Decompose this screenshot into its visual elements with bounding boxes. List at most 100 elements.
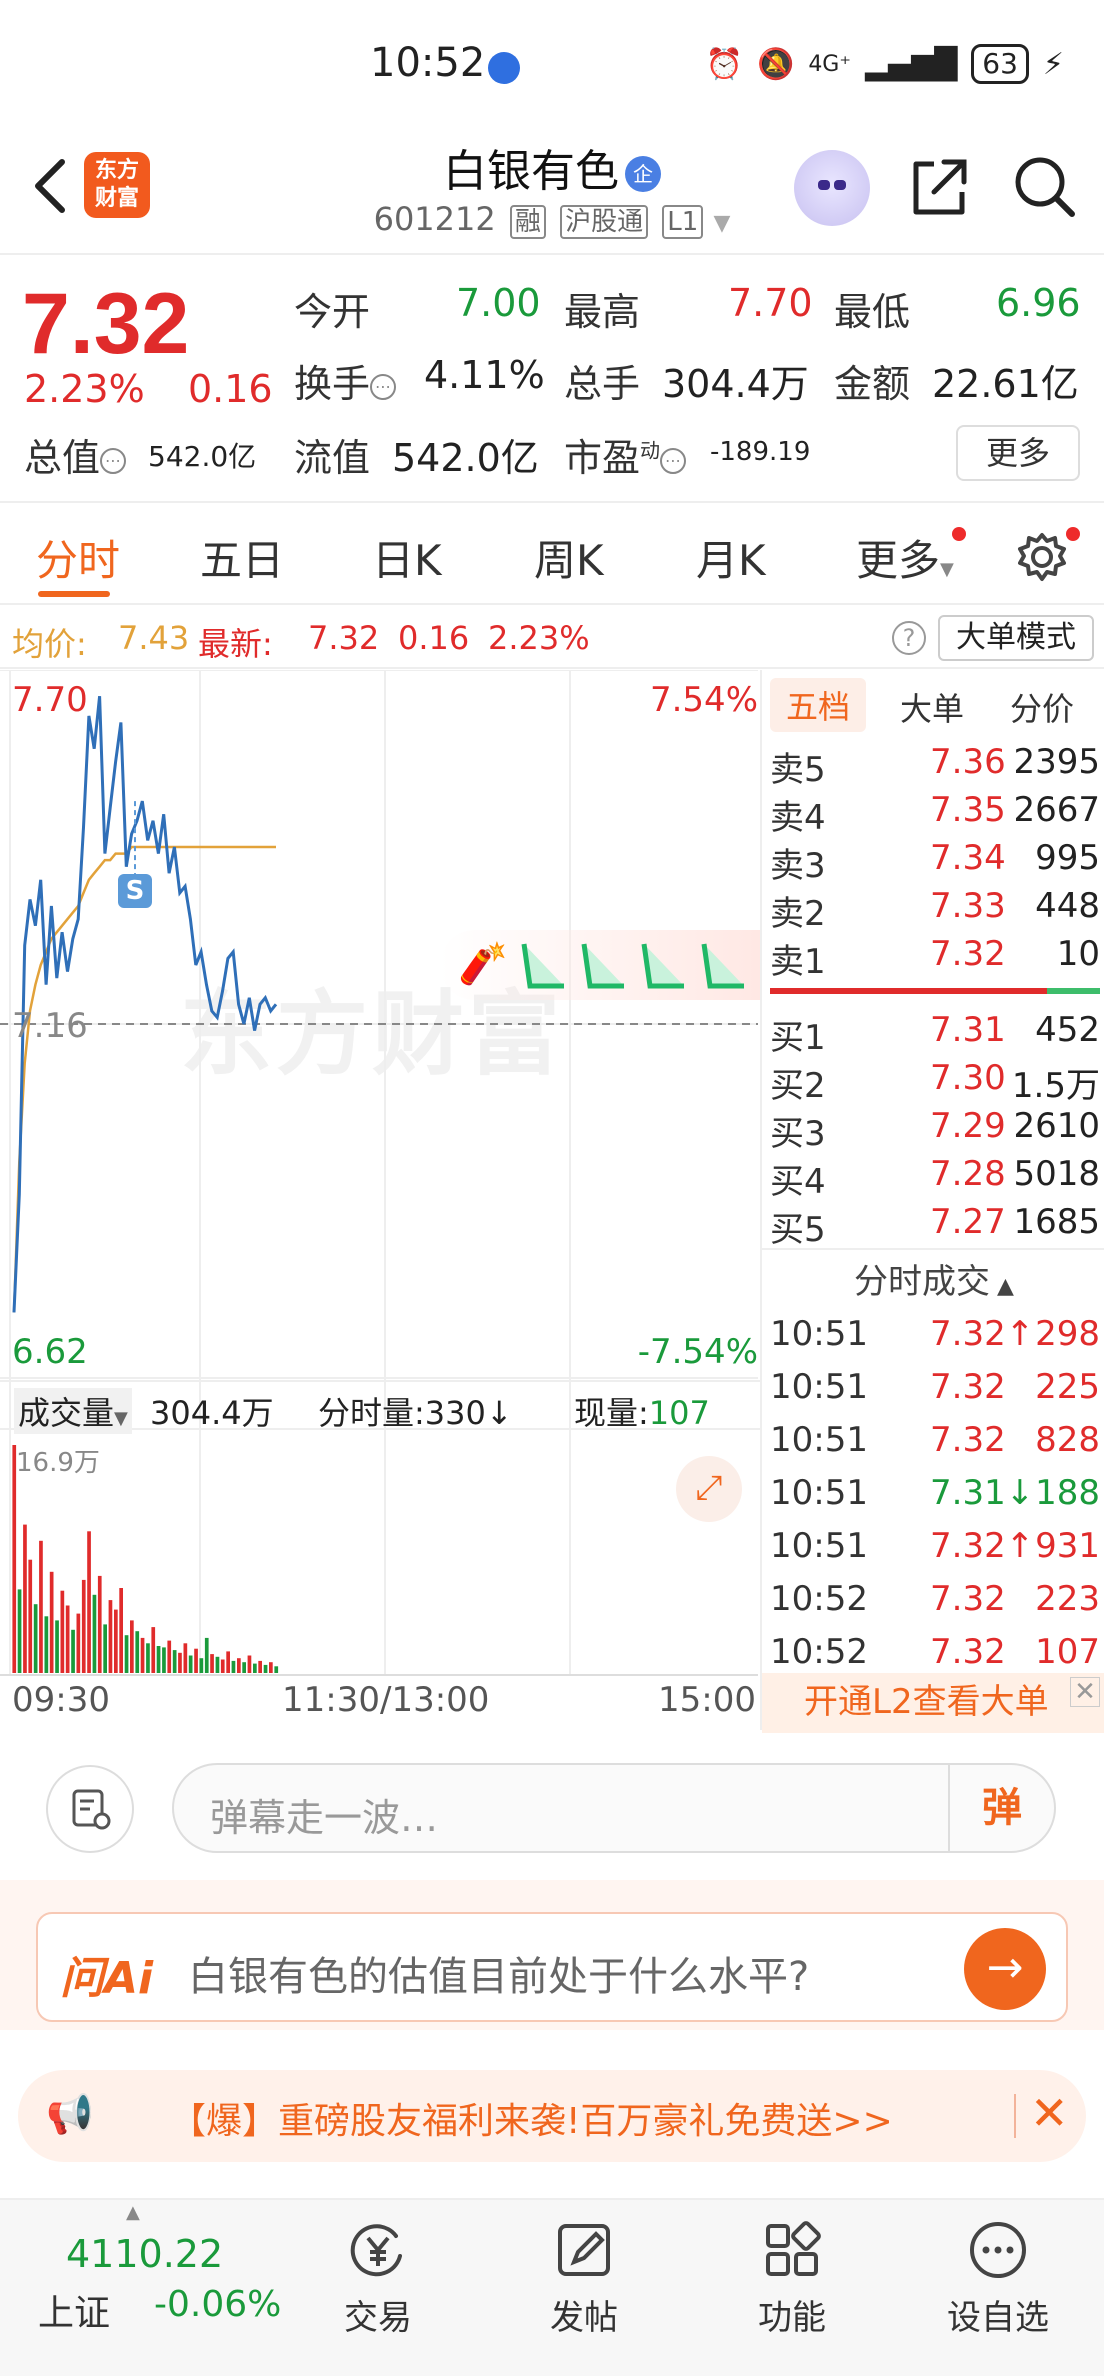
avg-label: 均价: [12,625,87,663]
bid-volume: 5018 [1013,1154,1100,1194]
more-circle-icon [970,2222,1026,2278]
share-icon[interactable] [904,152,974,222]
trade-row: 10:51 7.32↑ 931 [770,1526,1100,1578]
tab-big-order[interactable]: 大单 [900,684,964,730]
promo-text: 【爆】重磅股友福利来袭!百万豪礼免费送>> [170,2101,893,2142]
volume-bar [183,1643,188,1673]
bid-volume: 1.5万 [1011,1066,1100,1106]
nav-post[interactable]: 发帖 [514,2218,654,2339]
notification-dot [1066,527,1080,541]
volume-bar [39,1540,43,1673]
volume-bar [199,1658,204,1673]
more-quote-button[interactable]: 更多 [956,425,1080,481]
price-summary-bar: 均价: 7.43 最新: 7.32 0.16 2.23% ? 大单模式 [0,607,1104,669]
ask-level-label: 卖3 [770,846,826,886]
ask-volume: 2395 [1013,742,1100,782]
help-icon[interactable]: ? [892,621,926,655]
ask-price: 7.32 [930,934,1006,974]
settings-gear-icon[interactable] [1014,529,1070,585]
trade-volume: 107 [1035,1632,1100,1672]
tab-more[interactable]: 更多▼ [856,527,954,588]
avg-value: 7.43 [118,619,190,657]
volume-bar [242,1662,246,1673]
trade-time: 10:51 [770,1314,868,1354]
index-name[interactable]: 上证 [38,2284,110,2336]
volume-bar [146,1643,150,1673]
time-end: 15:00 [658,1680,756,1720]
float-label: 流值 [294,436,371,480]
volume-bar [119,1588,123,1673]
grid-icon [766,2221,821,2276]
ai-assistant-avatar[interactable] [794,150,870,226]
stock-code: 601212 [373,200,496,238]
ask-level-label: 卖1 [770,942,826,982]
close-icon[interactable]: ✕ [1070,1677,1100,1707]
trade-time: 10:51 [770,1420,868,1460]
trade-time: 10:52 [770,1579,868,1619]
tab-monthly-k[interactable]: 月K [696,527,766,588]
pe-label[interactable]: 市盈动 ⋯ [564,427,687,482]
volume-bar [81,1579,86,1673]
alarm-icon: ⏰ [705,46,743,82]
danmu-input[interactable]: 弹幕走一波… 弹 [172,1763,1056,1853]
y-max-price: 7.70 [12,680,88,720]
nav-functions[interactable]: 功能 [722,2218,862,2339]
l2-upgrade-banner[interactable]: 开通L2查看大单 ✕ [762,1673,1104,1733]
low-value: 6.96 [996,281,1081,325]
mktcap-label[interactable]: 总值 ⋯ [24,427,127,482]
trade-volume: 828 [1035,1420,1100,1460]
open-value: 7.00 [456,281,541,325]
trade-time: 10:51 [770,1526,868,1566]
robot-eye-icon [818,180,830,190]
volume-bar [92,1594,97,1673]
volume-bar [17,1589,22,1673]
close-icon[interactable]: ✕ [1030,2086,1069,2140]
volume-bar [167,1640,172,1673]
expand-icon[interactable]: ⤢ [676,1456,742,1522]
animation-banner[interactable]: 🧨 [440,930,760,1000]
tab-intraday[interactable]: 分时 [36,527,120,588]
trades-title[interactable]: 分时成交 ▲ [762,1254,1104,1303]
screen: 10:52 ⏰ 🔕 4G⁺ ▂▄▆█ 63 ⚡ 东方 财富 白银有色企 6012… [0,0,1104,2376]
big-order-mode-button[interactable]: 大单模式 [938,615,1094,661]
connect-tag: 沪股通 [560,205,649,239]
nav-trade[interactable]: 交易 [308,2218,448,2339]
trade-time: 10:51 [770,1367,868,1407]
tab-weekly-k[interactable]: 周K [534,527,604,588]
volume-bar [258,1660,262,1673]
volume-bar [44,1616,49,1673]
ask-level-label: 卖5 [770,750,826,790]
search-icon[interactable] [1010,152,1080,222]
divider [1014,2094,1016,2138]
promo-banner[interactable]: 📢 【爆】重磅股友福利来袭!百万豪礼免费送>> ✕ [18,2070,1086,2162]
trade-row: 10:52 7.32 223 [770,1579,1100,1631]
danmu-send-button[interactable]: 弹 [948,1765,1054,1851]
danmu-bar: 弹幕走一波… 弹 [0,1735,1104,1875]
arrow-right-icon[interactable]: → [964,1928,1046,2010]
bid-ask-ratio-bar [770,988,1100,994]
edit-icon [558,2224,610,2276]
index-value[interactable]: 4110.22 [66,2232,223,2276]
volume-bar [49,1571,54,1673]
tab-five-level[interactable]: 五档 [770,678,867,732]
current-volume: 现量:107 [574,1394,710,1432]
volume-indicator-selector[interactable]: 成交量▼ [14,1388,132,1434]
volume-bar [274,1666,279,1673]
tab-daily-k[interactable]: 日K [372,527,442,588]
status-bar: 10:52 ⏰ 🔕 4G⁺ ▂▄▆█ 63 ⚡ [0,0,1104,130]
tab-price-dist[interactable]: 分价 [1010,684,1074,730]
volume-bar [140,1637,145,1673]
sell-signal-marker[interactable]: S [118,874,152,908]
danmu-settings-icon[interactable] [46,1765,134,1853]
app-notification-icon [488,52,520,84]
trade-time: 10:51 [770,1473,868,1513]
ai-question-box[interactable]: 问Ai 白银有色的估值目前处于什么水平? → [36,1912,1068,2022]
time-start: 09:30 [12,1680,110,1720]
nav-watchlist[interactable]: 设自选 [928,2218,1068,2339]
volume-bar [28,1559,33,1673]
ask-price: 7.36 [930,742,1006,782]
tab-five-day[interactable]: 五日 [200,527,284,588]
intraday-chart[interactable]: 东方财富 7.70 7.54% 7.16 6.62 -7.54% S 🧨 成交量… [0,670,760,1730]
turnover-label[interactable]: 换手 ⋯ [294,353,397,408]
ask-row: 卖3 7.34 995 [770,838,1100,886]
